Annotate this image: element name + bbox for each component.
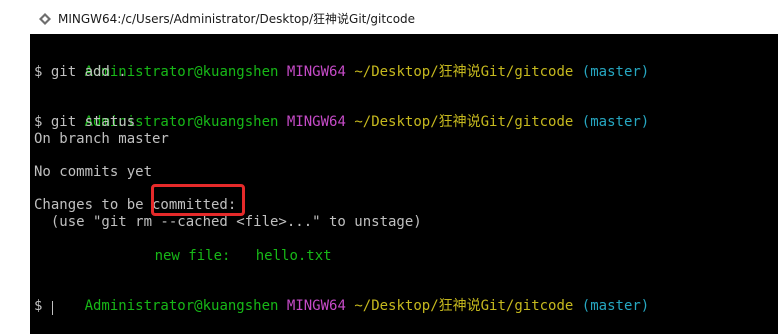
terminal-output[interactable]: Administrator@kuangshen MINGW64 ~/Deskto… bbox=[30, 34, 778, 334]
new-file-label: new file: bbox=[154, 248, 231, 264]
text-cursor bbox=[52, 301, 53, 315]
prompt-path: ~/Desktop/狂神说Git/gitcode bbox=[354, 64, 574, 80]
prompt-user-host: Administrator@kuangshen bbox=[84, 298, 279, 314]
prompt-line: Administrator@kuangshen MINGW64 ~/Deskto… bbox=[34, 47, 650, 80]
git-bash-icon bbox=[38, 11, 52, 25]
prompt-shell: MINGW64 bbox=[286, 298, 346, 314]
output-new-file-entry: new file: hello.txt bbox=[104, 231, 332, 264]
window-title: MINGW64:/c/Users/Administrator/Desktop/狂… bbox=[58, 12, 416, 26]
prompt-branch: (master) bbox=[581, 298, 650, 314]
output-no-commits: No commits yet bbox=[34, 164, 153, 180]
final-prompt[interactable]: $ bbox=[34, 298, 51, 315]
prompt-path: ~/Desktop/狂神说Git/gitcode bbox=[354, 298, 574, 314]
new-file-name: hello.txt bbox=[255, 248, 332, 264]
prompt-line: Administrator@kuangshen MINGW64 ~/Deskto… bbox=[34, 97, 650, 130]
prompt-branch: (master) bbox=[581, 64, 650, 80]
prompt-branch: (master) bbox=[581, 114, 650, 130]
command-git-status: $ git status bbox=[34, 114, 136, 130]
command-git-add: $ git add . bbox=[34, 64, 127, 80]
prompt-line: Administrator@kuangshen MINGW64 ~/Deskto… bbox=[34, 281, 650, 314]
output-on-branch: On branch master bbox=[34, 131, 169, 147]
output-changes-label: Changes to be committed: bbox=[34, 197, 237, 213]
title-bar[interactable]: MINGW64:/c/Users/Administrator/Desktop/狂… bbox=[0, 0, 778, 34]
terminal-window: MINGW64:/c/Users/Administrator/Desktop/狂… bbox=[0, 0, 778, 334]
output-unstage-hint: (use "git rm --cached <file>..." to unst… bbox=[34, 214, 422, 230]
prompt-shell: MINGW64 bbox=[286, 114, 346, 130]
prompt-shell: MINGW64 bbox=[286, 64, 346, 80]
prompt-path: ~/Desktop/狂神说Git/gitcode bbox=[354, 114, 574, 130]
